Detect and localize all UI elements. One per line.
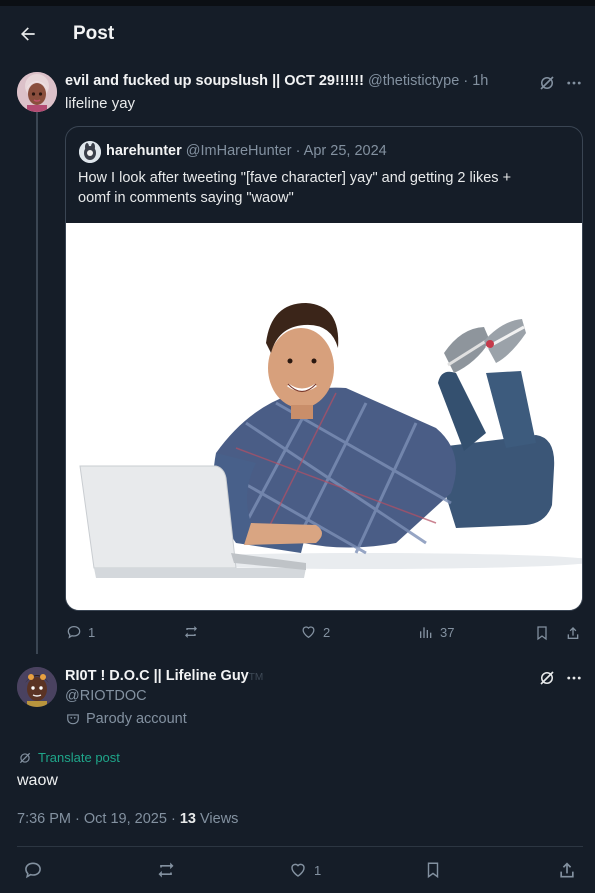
- avatar[interactable]: [17, 72, 57, 112]
- post-header: evil and fucked up soupslush || OCT 29!!…: [65, 73, 488, 89]
- post-text: lifeline yay: [65, 95, 136, 112]
- grok-icon[interactable]: [536, 667, 558, 689]
- like-button[interactable]: 1: [288, 861, 321, 879]
- more-options-icon[interactable]: [563, 667, 585, 689]
- views-count: 13: [179, 811, 196, 827]
- post-date[interactable]: Oct 19, 2025: [84, 811, 167, 827]
- separator-dot: ·: [170, 811, 176, 827]
- quote-photo[interactable]: [66, 223, 582, 610]
- thread-connector-line: [36, 112, 38, 654]
- quote-author-name: harehunter: [106, 143, 182, 159]
- reply-author-name[interactable]: RI0T ! D.O.C || Lifeline Guy: [65, 668, 249, 684]
- views-count: 37: [440, 624, 455, 640]
- post-timestamp[interactable]: 7:36 PM: [17, 811, 71, 827]
- views-button[interactable]: 37: [418, 624, 454, 640]
- author-handle[interactable]: @thetistictype: [368, 73, 459, 89]
- page-header: Post: [0, 6, 595, 60]
- avatar[interactable]: [17, 667, 57, 707]
- post-meta: 7:36 PM · Oct 19, 2025 · 13 Views: [17, 811, 238, 827]
- like-button[interactable]: 2: [300, 624, 330, 640]
- separator-dot: ·: [295, 143, 301, 159]
- grok-icon: [19, 752, 31, 763]
- parody-account-label: Parody account: [66, 711, 187, 727]
- separator-dot: ·: [463, 73, 469, 89]
- share-icon[interactable]: [564, 624, 582, 642]
- views-label: Views: [200, 811, 239, 827]
- quoted-post-card[interactable]: harehunter @ImHareHunter · Apr 25, 2024 …: [65, 126, 583, 611]
- translate-label: Translate post: [38, 750, 120, 765]
- like-count: 2: [323, 624, 331, 640]
- divider: [17, 846, 583, 847]
- back-arrow-icon[interactable]: [14, 20, 42, 48]
- reply-author-handle[interactable]: @RIOTDOC: [65, 688, 147, 704]
- reply-icon[interactable]: [22, 859, 44, 881]
- translate-post-link[interactable]: Translate post: [18, 750, 120, 765]
- like-count: 1: [314, 862, 322, 878]
- trademark-mark: TM: [248, 672, 264, 683]
- quote-text-line-1: How I look after tweeting "[fave charact…: [78, 170, 512, 186]
- repost-button[interactable]: [182, 624, 200, 640]
- page-title: Post: [73, 23, 115, 44]
- heart-icon: [302, 626, 315, 639]
- quote-header: harehunter @ImHareHunter · Apr 25, 2024: [106, 143, 387, 159]
- quote-text-line-2: oomf in comments saying "waow": [78, 190, 294, 206]
- reply-button[interactable]: 1: [66, 624, 95, 640]
- avatar: [79, 141, 101, 163]
- repost-icon[interactable]: [154, 859, 178, 881]
- separator-dot: ·: [75, 811, 80, 827]
- grok-icon[interactable]: [536, 72, 558, 94]
- reply-header: RI0T ! D.O.C || Lifeline GuyTM: [65, 668, 263, 684]
- post-time[interactable]: 1h: [472, 73, 488, 89]
- views-chart-icon: [420, 627, 432, 638]
- author-name[interactable]: evil and fucked up soupslush || OCT 29!!…: [65, 73, 364, 89]
- share-icon[interactable]: [556, 859, 578, 881]
- quote-author-handle: @ImHareHunter: [185, 143, 292, 159]
- more-options-icon[interactable]: [563, 72, 585, 94]
- bookmark-icon[interactable]: [533, 624, 551, 642]
- parody-label-text: Parody account: [86, 711, 187, 727]
- bookmark-icon[interactable]: [423, 859, 443, 881]
- reply-count: 1: [88, 624, 96, 640]
- mask-icon: [67, 714, 79, 725]
- reply-text: waow: [17, 772, 58, 789]
- quote-date: Apr 25, 2024: [303, 143, 387, 159]
- reply-icon: [67, 626, 81, 639]
- heart-icon: [291, 863, 305, 877]
- repost-icon: [185, 626, 197, 638]
